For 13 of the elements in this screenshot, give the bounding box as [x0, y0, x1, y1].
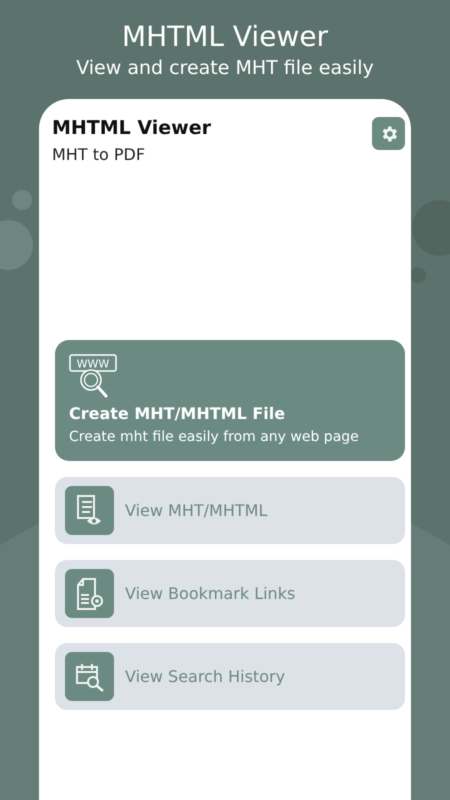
menu-item[interactable]: View Search History: [55, 643, 405, 710]
menu-item[interactable]: View MHT/MHTML: [55, 477, 405, 544]
create-description: Create mht file easily from any web page: [69, 429, 359, 445]
menu-item[interactable]: View Bookmark Links: [55, 560, 405, 627]
app-title: MHTML Viewer: [52, 117, 211, 139]
create-title: Create MHT/MHTML File: [69, 404, 286, 423]
header-title: MHTML Viewer: [122, 20, 328, 53]
document-star-icon: [74, 576, 104, 610]
create-file-card[interactable]: WWW Create MHT/MHTML File Create mht file easily from any web page: [55, 340, 405, 461]
settings-button[interactable]: [372, 117, 405, 150]
background-circle: [410, 267, 426, 283]
app-subtitle: MHT to PDF: [52, 145, 146, 164]
header-subtitle: View and create MHT file easily: [76, 57, 374, 79]
